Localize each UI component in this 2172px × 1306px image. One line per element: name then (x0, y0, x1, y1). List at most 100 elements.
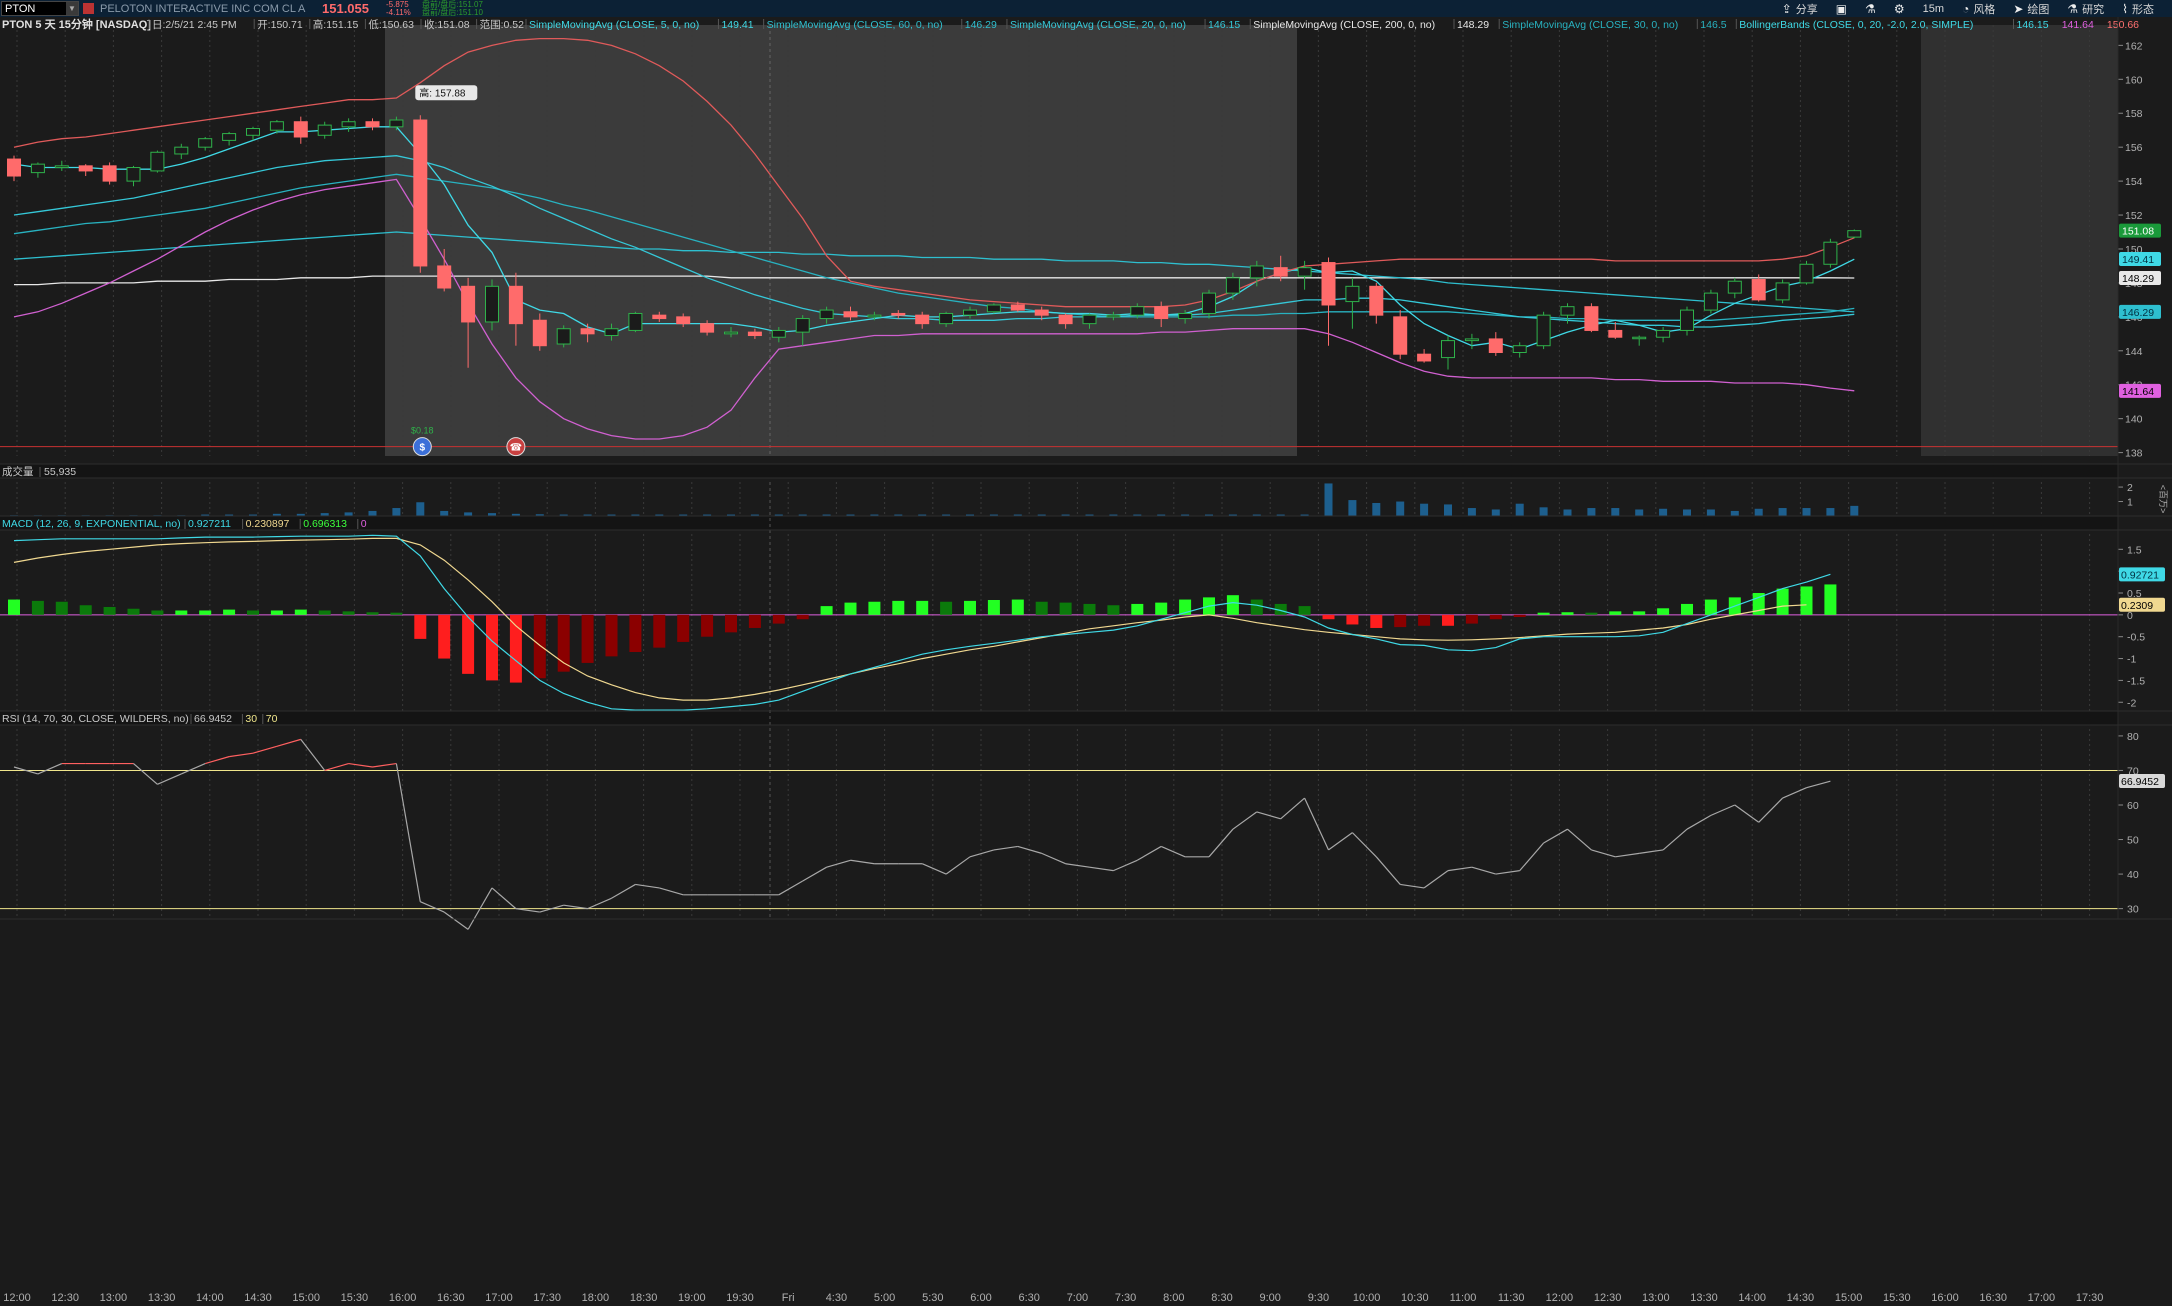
toolbar-button-gear[interactable]: ⚙ (1894, 2, 1905, 16)
x-tick-label: 16:30 (437, 1292, 465, 1304)
candle (413, 119, 428, 267)
candle (580, 328, 595, 335)
macd-histogram-bar (1131, 603, 1144, 615)
x-tick-label: 14:30 (244, 1292, 272, 1304)
volume-bar (416, 502, 425, 516)
macd-histogram-bar (1704, 599, 1717, 615)
x-tick-label: 15:30 (1883, 1292, 1911, 1304)
study-label: SimpleMovingAvg (CLOSE, 200, 0, no) (1253, 19, 1435, 31)
macd-histogram-bar (1250, 599, 1263, 615)
macd-histogram-bar (486, 614, 498, 681)
macd-value: 0.696313 (303, 518, 347, 530)
volume-pane-title: 成交量 (2, 465, 34, 478)
high-label: 高: 157.88 (419, 86, 466, 99)
toolbar-button-camera[interactable]: ▣ (1836, 2, 1847, 16)
candle (174, 146, 189, 155)
toolbar-button-pattern[interactable]: ⌇ 形态 (2122, 1, 2154, 17)
price-change-pct: -4.11% (386, 7, 411, 17)
symbol-input[interactable]: PTON ▼ (1, 1, 79, 16)
macd-histogram-bar (55, 601, 68, 615)
macd-histogram-bar (199, 610, 212, 615)
macd-histogram-bar (366, 612, 379, 615)
chart-canvas[interactable]: 12:00 12:30 13:00 13:30 14:00 14:30 15:00 15:30… (0, 17, 2172, 1306)
candle (1393, 316, 1408, 355)
macd-histogram-bar (1011, 599, 1024, 615)
candle (1297, 267, 1312, 277)
candle (1823, 241, 1838, 265)
macd-histogram-bar (270, 610, 283, 615)
symbol-dropdown-icon[interactable]: ▼ (66, 2, 78, 15)
toolbar-button-flask[interactable]: ⚗ (1865, 2, 1876, 16)
volume-bar (464, 512, 473, 516)
x-tick-label: 14:30 (1787, 1292, 1815, 1304)
pattern-icon: ⌇ (2122, 1, 2128, 16)
volume-bar (1515, 503, 1524, 516)
candle (1632, 336, 1647, 340)
ohlc-value: 低:150.63 (368, 18, 414, 31)
study-value: 141.64 (2062, 19, 2094, 31)
flag-icon[interactable] (83, 3, 94, 14)
toolbar-label: 风格 (1973, 3, 1996, 16)
x-tick-label: 17:30 (533, 1292, 561, 1304)
volume-bar (1802, 508, 1811, 516)
toolbar-button-share[interactable]: ⇪ 分享 (1782, 1, 1818, 17)
macd-histogram-bar (31, 600, 44, 615)
candle (1345, 285, 1360, 303)
macd-histogram-bar (1107, 605, 1120, 615)
candle (986, 304, 1001, 313)
post-market-shading (1921, 25, 2118, 456)
x-tick-label: 9:00 (1259, 1292, 1280, 1304)
macd-tag-text: 0.2309 (2121, 600, 2153, 612)
volume-bar (1730, 510, 1739, 516)
y-tick-label: 160 (2125, 74, 2143, 86)
macd-histogram-bar (987, 599, 1000, 615)
macd-histogram-bar (581, 614, 594, 663)
macd-histogram-bar (1489, 614, 1502, 620)
candle (437, 265, 452, 289)
study-value: 146.15 (2017, 19, 2049, 31)
candle (1656, 329, 1671, 338)
candle (1082, 314, 1097, 325)
macd-histogram-bar (533, 614, 546, 679)
candle (1321, 262, 1336, 306)
toolbar-button-timeframe[interactable]: 15m (1923, 3, 1944, 15)
candle (676, 316, 691, 325)
candle (341, 121, 356, 128)
candle (795, 318, 810, 333)
x-tick-label: 11:00 (1450, 1292, 1477, 1304)
macd-histogram-bar (748, 614, 761, 628)
macd-pane-title: MACD (12, 26, 9, EXPONENTIAL, no) (2, 518, 181, 530)
x-tick-label: 11:30 (1498, 1292, 1525, 1304)
x-tick-label: 13:00 (1642, 1292, 1670, 1304)
candle (1488, 338, 1503, 353)
candle (843, 311, 858, 318)
y-tick-label: 60 (2127, 800, 2139, 812)
macd-histogram-bar (1226, 595, 1239, 615)
candle (102, 165, 117, 182)
toolbar-button-pointer[interactable]: ➤ 绘图 (2013, 1, 2049, 17)
x-tick-label: 15:00 (1835, 1292, 1863, 1304)
toolbar-button-style[interactable]: ◔ 风格 (1962, 1, 1995, 17)
style-icon: ◔ (1962, 1, 1970, 16)
x-tick-label: 12:00 (1546, 1292, 1574, 1304)
macd-histogram-bar (151, 610, 164, 615)
macd-histogram-bar (1657, 608, 1670, 615)
macd-histogram-bar (916, 600, 929, 615)
candle (1680, 309, 1694, 331)
candle (891, 312, 906, 316)
study-value: 150.66 (2107, 19, 2139, 31)
macd-histogram-bar (796, 614, 809, 620)
study-value: 146.15 (1208, 19, 1240, 31)
macd-histogram-bar (342, 611, 355, 615)
x-tick-label: 15:30 (341, 1292, 369, 1304)
price-pane-title: PTON 5 天 15分钟 [NASDAQ] (2, 17, 151, 31)
macd-histogram-bar (820, 606, 833, 615)
y-tick-label: 158 (2125, 108, 2143, 120)
x-tick-label: 14:00 (1738, 1292, 1766, 1304)
macd-value: 0.230897 (246, 518, 290, 530)
toolbar-label: 形态 (2132, 3, 2154, 16)
candle (1584, 306, 1599, 331)
volume-bar (344, 512, 353, 516)
last-price: 151.055 (322, 1, 369, 16)
toolbar-button-research[interactable]: ⚗ 研究 (2067, 1, 2104, 17)
